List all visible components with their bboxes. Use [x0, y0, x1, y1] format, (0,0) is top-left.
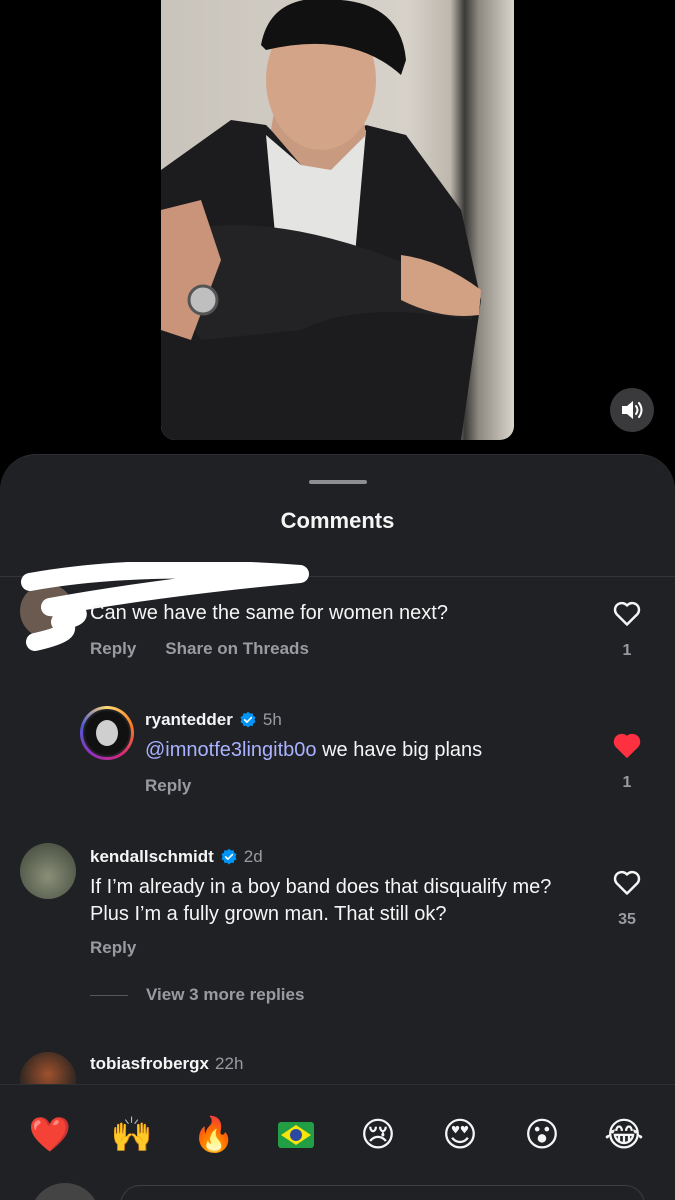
- emoji-laughing[interactable]: 😂: [602, 1113, 646, 1157]
- emoji-crying[interactable]: 😢: [356, 1113, 400, 1157]
- sound-toggle-button[interactable]: [610, 388, 654, 432]
- comment-body: we have big plans: [316, 739, 483, 761]
- video-player[interactable]: [0, 0, 675, 460]
- timestamp: 22h: [215, 1054, 244, 1073]
- view-more-replies[interactable]: View 3 more replies: [90, 985, 304, 1005]
- heart-filled-icon[interactable]: [612, 732, 642, 759]
- username[interactable]: kendallschmidt: [90, 847, 214, 867]
- reply-button[interactable]: Reply: [90, 938, 136, 958]
- like-control[interactable]: 1: [606, 600, 648, 660]
- avatar[interactable]: [80, 706, 134, 760]
- like-control[interactable]: 35: [606, 869, 648, 929]
- username[interactable]: tobiasfrobergx: [90, 1054, 209, 1074]
- verified-badge-icon: [221, 848, 237, 865]
- timestamp: 2d: [243, 847, 263, 866]
- reply-button[interactable]: Reply: [145, 776, 191, 796]
- avatar[interactable]: [20, 843, 76, 899]
- comment-text: @imnotfe3lingitb0o we have big plans: [145, 737, 482, 764]
- comment-text: Can we have the same for women next?: [90, 602, 448, 624]
- emoji-brazil-flag[interactable]: [274, 1113, 318, 1157]
- emoji-raised-hands[interactable]: 🙌: [110, 1113, 154, 1157]
- video-person-image: [161, 0, 481, 440]
- emoji-heart[interactable]: ❤️: [28, 1113, 72, 1157]
- current-user-avatar: [30, 1183, 100, 1200]
- like-count: 1: [622, 642, 632, 659]
- heart-icon[interactable]: [612, 869, 642, 896]
- emoji-reaction-bar: ❤️ 🙌 🔥 😢 😍 😮 😂: [0, 1084, 675, 1200]
- comment-meta: tobiasfrobergx 22h: [90, 1054, 243, 1074]
- video-frame[interactable]: [161, 0, 514, 440]
- divider: [90, 994, 128, 996]
- like-count: 35: [618, 911, 636, 928]
- comment-actions: Reply: [145, 776, 191, 796]
- sheet-title: Comments: [280, 508, 395, 533]
- comment-text: If I’m already in a boy band does that d…: [90, 876, 552, 925]
- speaker-icon: [622, 401, 643, 419]
- comment-meta: kendallschmidt 2d: [90, 847, 263, 867]
- comment-meta: ryantedder 5h: [145, 710, 282, 730]
- verified-badge-icon: [240, 711, 256, 728]
- like-count: 1: [622, 774, 632, 791]
- emoji-surprised[interactable]: 😮: [520, 1113, 564, 1157]
- comment-actions: Reply Share on Threads: [90, 639, 309, 659]
- timestamp: 5h: [262, 710, 282, 729]
- like-control[interactable]: 1: [606, 732, 648, 792]
- sheet-grabber[interactable]: [309, 480, 367, 484]
- comment-input[interactable]: [120, 1185, 645, 1200]
- share-on-threads-button[interactable]: Share on Threads: [165, 639, 309, 659]
- reply-button[interactable]: Reply: [90, 639, 136, 659]
- comment-actions: Reply: [90, 938, 136, 958]
- brazil-flag-icon: [278, 1122, 314, 1148]
- view-more-replies-label: View 3 more replies: [146, 985, 305, 1004]
- mention-link[interactable]: @imnotfe3lingitb0o: [145, 739, 317, 761]
- username[interactable]: ryantedder: [145, 710, 233, 730]
- emoji-heart-eyes[interactable]: 😍: [438, 1113, 482, 1157]
- heart-icon[interactable]: [612, 600, 642, 627]
- emoji-fire[interactable]: 🔥: [192, 1113, 236, 1157]
